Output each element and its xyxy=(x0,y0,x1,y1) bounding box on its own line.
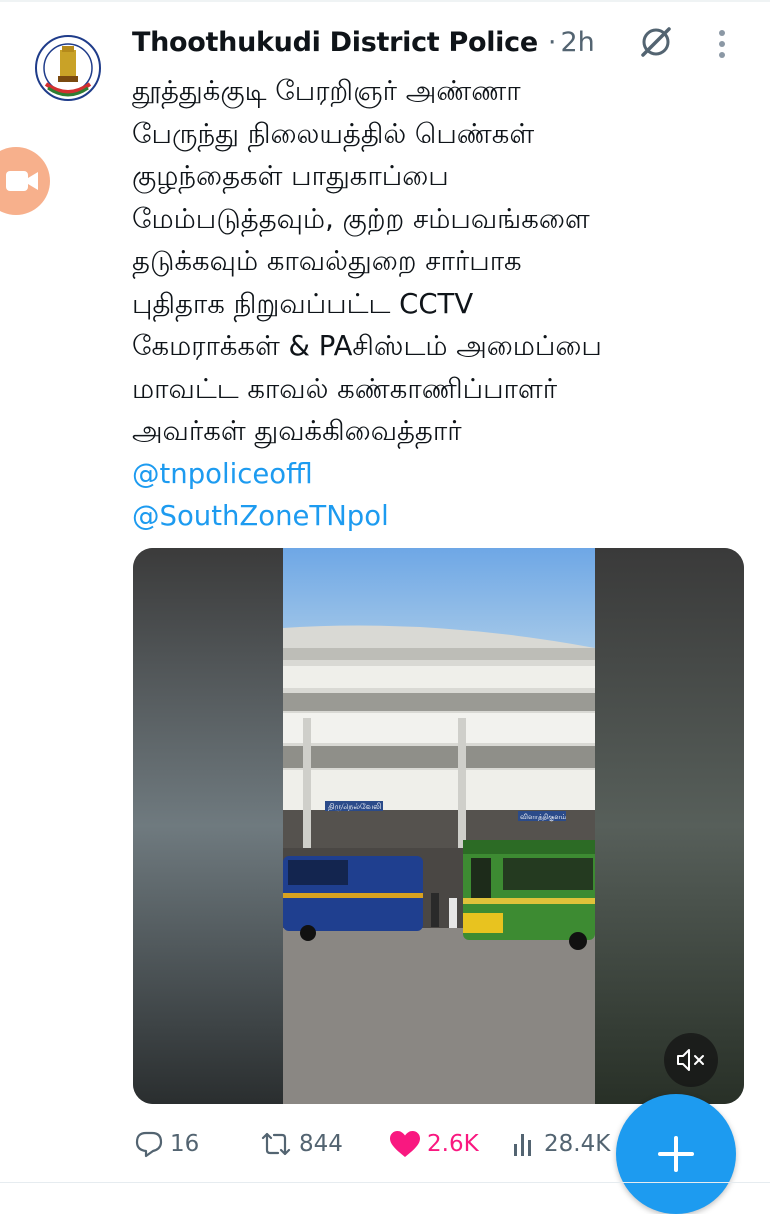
video-camera-icon xyxy=(6,171,38,191)
author-name[interactable]: Thoothukudi District Police xyxy=(132,27,538,58)
heart-filled-icon xyxy=(390,1131,420,1157)
tweet-header: Thoothukudi District Police · 2h xyxy=(132,22,752,62)
tweet-text-line: கேமராக்கள் & PAசிஸ்டம் அமைப்பை xyxy=(132,330,602,362)
tweet-text-line: புதிதாக நிறுவப்பட்ட CCTV xyxy=(132,287,474,320)
retweet-button[interactable]: 844 xyxy=(259,1124,343,1164)
building-sign-text: திருநெல்வேலி xyxy=(328,802,381,812)
mute-icon xyxy=(677,1049,704,1071)
reply-icon xyxy=(135,1131,163,1158)
reply-count: 16 xyxy=(170,1131,200,1157)
retweet-count: 844 xyxy=(299,1131,343,1157)
plus-icon xyxy=(658,1136,694,1172)
timestamp[interactable]: 2h xyxy=(560,27,594,58)
mute-button[interactable] xyxy=(664,1033,718,1087)
video-call-button[interactable] xyxy=(0,147,50,215)
like-count: 2.6K xyxy=(427,1131,479,1157)
retweet-icon xyxy=(261,1132,291,1156)
tweet-text-line: தடுக்கவும் காவல்துறை சார்பாக xyxy=(132,245,522,277)
like-button[interactable]: 2.6K xyxy=(389,1124,479,1164)
avatar[interactable] xyxy=(34,34,102,102)
compose-button[interactable] xyxy=(616,1094,736,1214)
tweet-video[interactable]: திருநெல்வேலி விளாத்திகுளம் xyxy=(133,548,744,1104)
tweet-text-line: மாவட்ட காவல் கண்காணிப்பாளர் xyxy=(132,372,558,405)
mention-link[interactable]: @tnpoliceoffl xyxy=(132,453,762,496)
view-count: 28.4K xyxy=(544,1131,611,1157)
tweet-text: தூத்துக்குடி பேரறிஞர் அண்ணா பேருந்து நில… xyxy=(132,70,762,538)
reply-button[interactable]: 16 xyxy=(134,1124,199,1164)
top-divider xyxy=(0,0,770,2)
views-button[interactable]: 28.4K xyxy=(512,1124,610,1164)
views-icon xyxy=(514,1134,531,1156)
tweet-text-line: குழந்தைகள் பாதுகாப்பை xyxy=(132,160,449,192)
tweet-text-line: மேம்படுத்தவும், குற்ற சம்பவங்களை xyxy=(132,202,590,235)
tweet-text-line: பேருந்து நிலையத்தில் பெண்கள் xyxy=(132,117,535,150)
grok-icon[interactable] xyxy=(638,24,674,60)
mention-link[interactable]: @SouthZoneTNpol xyxy=(132,495,762,538)
bottom-divider xyxy=(0,1182,770,1183)
tweet-text-line: அவர்கள் துவக்கிவைத்தார் xyxy=(132,415,462,447)
more-vertical-icon[interactable] xyxy=(716,28,728,60)
tweet-text-line: தூத்துக்குடி பேரறிஞர் அண்ணா xyxy=(132,75,521,107)
video-frame: திருநெல்வேலி விளாத்திகுளம் xyxy=(133,548,744,1104)
separator-dot: · xyxy=(547,26,557,58)
tamilnadu-police-emblem-icon xyxy=(35,35,101,101)
